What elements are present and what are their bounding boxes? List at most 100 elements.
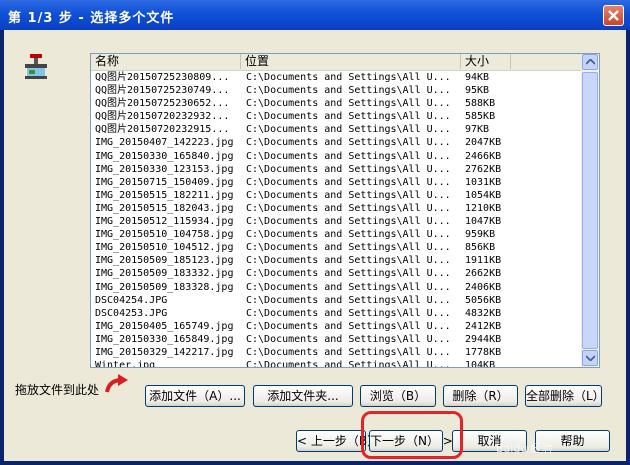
list-item[interactable]: IMG_20150512_115934.jpg C:\Documents and … xyxy=(91,215,583,228)
file-name: IMG_20150510_104758.jpg xyxy=(95,229,234,241)
file-size: 2047KB xyxy=(465,137,502,149)
file-location: C:\Documents and Settings\All U... xyxy=(246,307,451,319)
file-name: IMG_20150329_142217.jpg xyxy=(95,346,234,358)
close-button[interactable] xyxy=(603,5,624,26)
file-name: QQ图片20150725230809... xyxy=(95,72,230,83)
list-rows: QQ图片20150725230809... C:\Documents and Se… xyxy=(91,71,583,368)
list-item[interactable]: IMG_20150715_150409.jpg C:\Documents and … xyxy=(91,176,583,189)
list-header: 名称 位置 大小 xyxy=(91,54,583,71)
wizard-window: 第 1/3 步 - 选择多个文件 名称 位置 大小 QQ图片2015072523… xyxy=(0,0,630,465)
file-location: C:\Documents and Settings\All U... xyxy=(246,163,451,175)
file-location: C:\Documents and Settings\All U... xyxy=(246,360,451,368)
file-location: C:\Documents and Settings\All U... xyxy=(246,333,451,345)
scroll-down-button[interactable] xyxy=(582,350,598,366)
column-header-location[interactable]: 位置 xyxy=(241,54,461,69)
curved-arrow-icon xyxy=(105,374,128,393)
file-location: C:\Documents and Settings\All U... xyxy=(246,268,451,280)
file-size: 1054KB xyxy=(465,189,502,201)
file-size: 1047KB xyxy=(465,216,502,228)
list-item[interactable]: QQ图片20150720232932... C:\Documents and Se… xyxy=(91,110,583,123)
file-size: 1778KB xyxy=(465,346,502,358)
file-size: 2466KB xyxy=(465,150,502,162)
back-button[interactable]: < 上一步（B） xyxy=(296,430,379,452)
file-size: 2412KB xyxy=(465,320,502,332)
list-item[interactable]: IMG_20150329_142217.jpg C:\Documents and … xyxy=(91,346,583,359)
file-location: C:\Documents and Settings\All U... xyxy=(246,255,451,267)
add-file-button[interactable]: 添加文件（A）... xyxy=(145,385,245,407)
scroll-thumb[interactable] xyxy=(582,72,598,349)
list-item[interactable]: IMG_20150509_183332.jpg C:\Documents and … xyxy=(91,267,583,280)
file-size: 588KB xyxy=(465,98,496,110)
file-size: 94KB xyxy=(465,72,490,83)
file-location: C:\Documents and Settings\All U... xyxy=(246,294,451,306)
list-item[interactable]: DSC04254.JPG C:\Documents and Settings\Al… xyxy=(91,294,583,307)
file-location: C:\Documents and Settings\All U... xyxy=(246,202,451,214)
file-location: C:\Documents and Settings\All U... xyxy=(246,85,451,97)
list-item[interactable]: IMG_20150509_183328.jpg C:\Documents and … xyxy=(91,281,583,294)
scroll-up-button[interactable] xyxy=(582,54,598,70)
file-size: 856KB xyxy=(465,242,496,254)
window-title: 第 1/3 步 - 选择多个文件 xyxy=(8,11,175,26)
next-button-highlight xyxy=(361,411,463,459)
watermark: Baidu 经验 xyxy=(496,442,553,455)
file-name: IMG_20150407_142223.jpg xyxy=(95,137,234,149)
file-size: 1210KB xyxy=(465,202,502,214)
list-item[interactable]: IMG_20150509_185123.jpg C:\Documents and … xyxy=(91,254,583,267)
file-location: C:\Documents and Settings\All U... xyxy=(246,281,451,293)
file-name: DSC04254.JPG xyxy=(95,294,168,306)
list-item[interactable]: DSC04253.JPG C:\Documents and Settings\Al… xyxy=(91,307,583,320)
browse-button[interactable]: 浏览（B） xyxy=(360,385,436,407)
file-location: C:\Documents and Settings\All U... xyxy=(246,176,451,188)
file-size: 104KB xyxy=(465,360,496,368)
file-name: IMG_20150515_182211.jpg xyxy=(95,189,234,201)
file-location: C:\Documents and Settings\All U... xyxy=(246,98,451,110)
file-location: C:\Documents and Settings\All U... xyxy=(246,320,451,332)
delete-all-button[interactable]: 全部删除（L） xyxy=(525,385,605,407)
file-size: 2662KB xyxy=(465,268,502,280)
wizard-body: 名称 位置 大小 QQ图片20150725230809... C:\Documen… xyxy=(4,30,626,461)
file-name: IMG_20150509_183332.jpg xyxy=(95,268,234,280)
file-list[interactable]: 名称 位置 大小 QQ图片20150725230809... C:\Documen… xyxy=(90,53,600,368)
list-item[interactable]: IMG_20150510_104758.jpg C:\Documents and … xyxy=(91,228,583,241)
file-name: IMG_20150330_123153.jpg xyxy=(95,163,234,175)
file-name: QQ图片20150725230652... xyxy=(95,98,230,110)
column-header-name[interactable]: 名称 xyxy=(91,54,241,69)
list-item[interactable]: Winter.jpg C:\Documents and Settings\All … xyxy=(91,359,583,368)
file-location: C:\Documents and Settings\All U... xyxy=(246,137,451,149)
list-item[interactable]: IMG_20150330_165849.jpg C:\Documents and … xyxy=(91,333,583,346)
list-item[interactable]: IMG_20150510_104512.jpg C:\Documents and … xyxy=(91,241,583,254)
list-item[interactable]: QQ图片20150720232915... C:\Documents and Se… xyxy=(91,123,583,136)
chevron-down-icon xyxy=(586,355,595,361)
delete-button[interactable]: 删除（R） xyxy=(443,385,518,407)
list-item[interactable]: QQ图片20150725230809... C:\Documents and Se… xyxy=(91,71,583,84)
vertical-scrollbar[interactable] xyxy=(581,54,599,367)
file-name: IMG_20150405_165749.jpg xyxy=(95,320,234,332)
list-item[interactable]: IMG_20150515_182211.jpg C:\Documents and … xyxy=(91,189,583,202)
add-folder-button[interactable]: 添加文件夹... xyxy=(253,385,353,407)
list-item[interactable]: QQ图片20150725230749... C:\Documents and Se… xyxy=(91,84,583,97)
file-name: IMG_20150509_183328.jpg xyxy=(95,281,234,293)
list-item[interactable]: IMG_20150330_123153.jpg C:\Documents and … xyxy=(91,163,583,176)
file-size: 97KB xyxy=(465,124,490,136)
file-location: C:\Documents and Settings\All U... xyxy=(246,72,451,83)
file-location: C:\Documents and Settings\All U... xyxy=(246,150,451,162)
file-size: 2406KB xyxy=(465,281,502,293)
list-item[interactable]: QQ图片20150725230652... C:\Documents and Se… xyxy=(91,97,583,110)
file-size: 95KB xyxy=(465,85,490,97)
column-header-size[interactable]: 大小 xyxy=(461,54,511,69)
title-bar[interactable]: 第 1/3 步 - 选择多个文件 xyxy=(0,0,630,30)
file-location: C:\Documents and Settings\All U... xyxy=(246,189,451,201)
list-item[interactable]: IMG_20150405_165749.jpg C:\Documents and … xyxy=(91,320,583,333)
drop-files-label: 拖放文件到此处 xyxy=(15,383,100,397)
list-item[interactable]: IMG_20150407_142223.jpg C:\Documents and … xyxy=(91,136,583,149)
file-size: 585KB xyxy=(465,111,496,123)
file-name: DSC04253.JPG xyxy=(95,307,168,319)
file-name: IMG_20150512_115934.jpg xyxy=(95,216,234,228)
file-name: IMG_20150515_182043.jpg xyxy=(95,202,234,214)
list-item[interactable]: IMG_20150515_182043.jpg C:\Documents and … xyxy=(91,202,583,215)
file-location: C:\Documents and Settings\All U... xyxy=(246,216,451,228)
file-location: C:\Documents and Settings\All U... xyxy=(246,124,451,136)
list-item[interactable]: IMG_20150330_165840.jpg C:\Documents and … xyxy=(91,150,583,163)
file-name: IMG_20150330_165840.jpg xyxy=(95,150,234,162)
wizard-icon xyxy=(25,54,47,79)
